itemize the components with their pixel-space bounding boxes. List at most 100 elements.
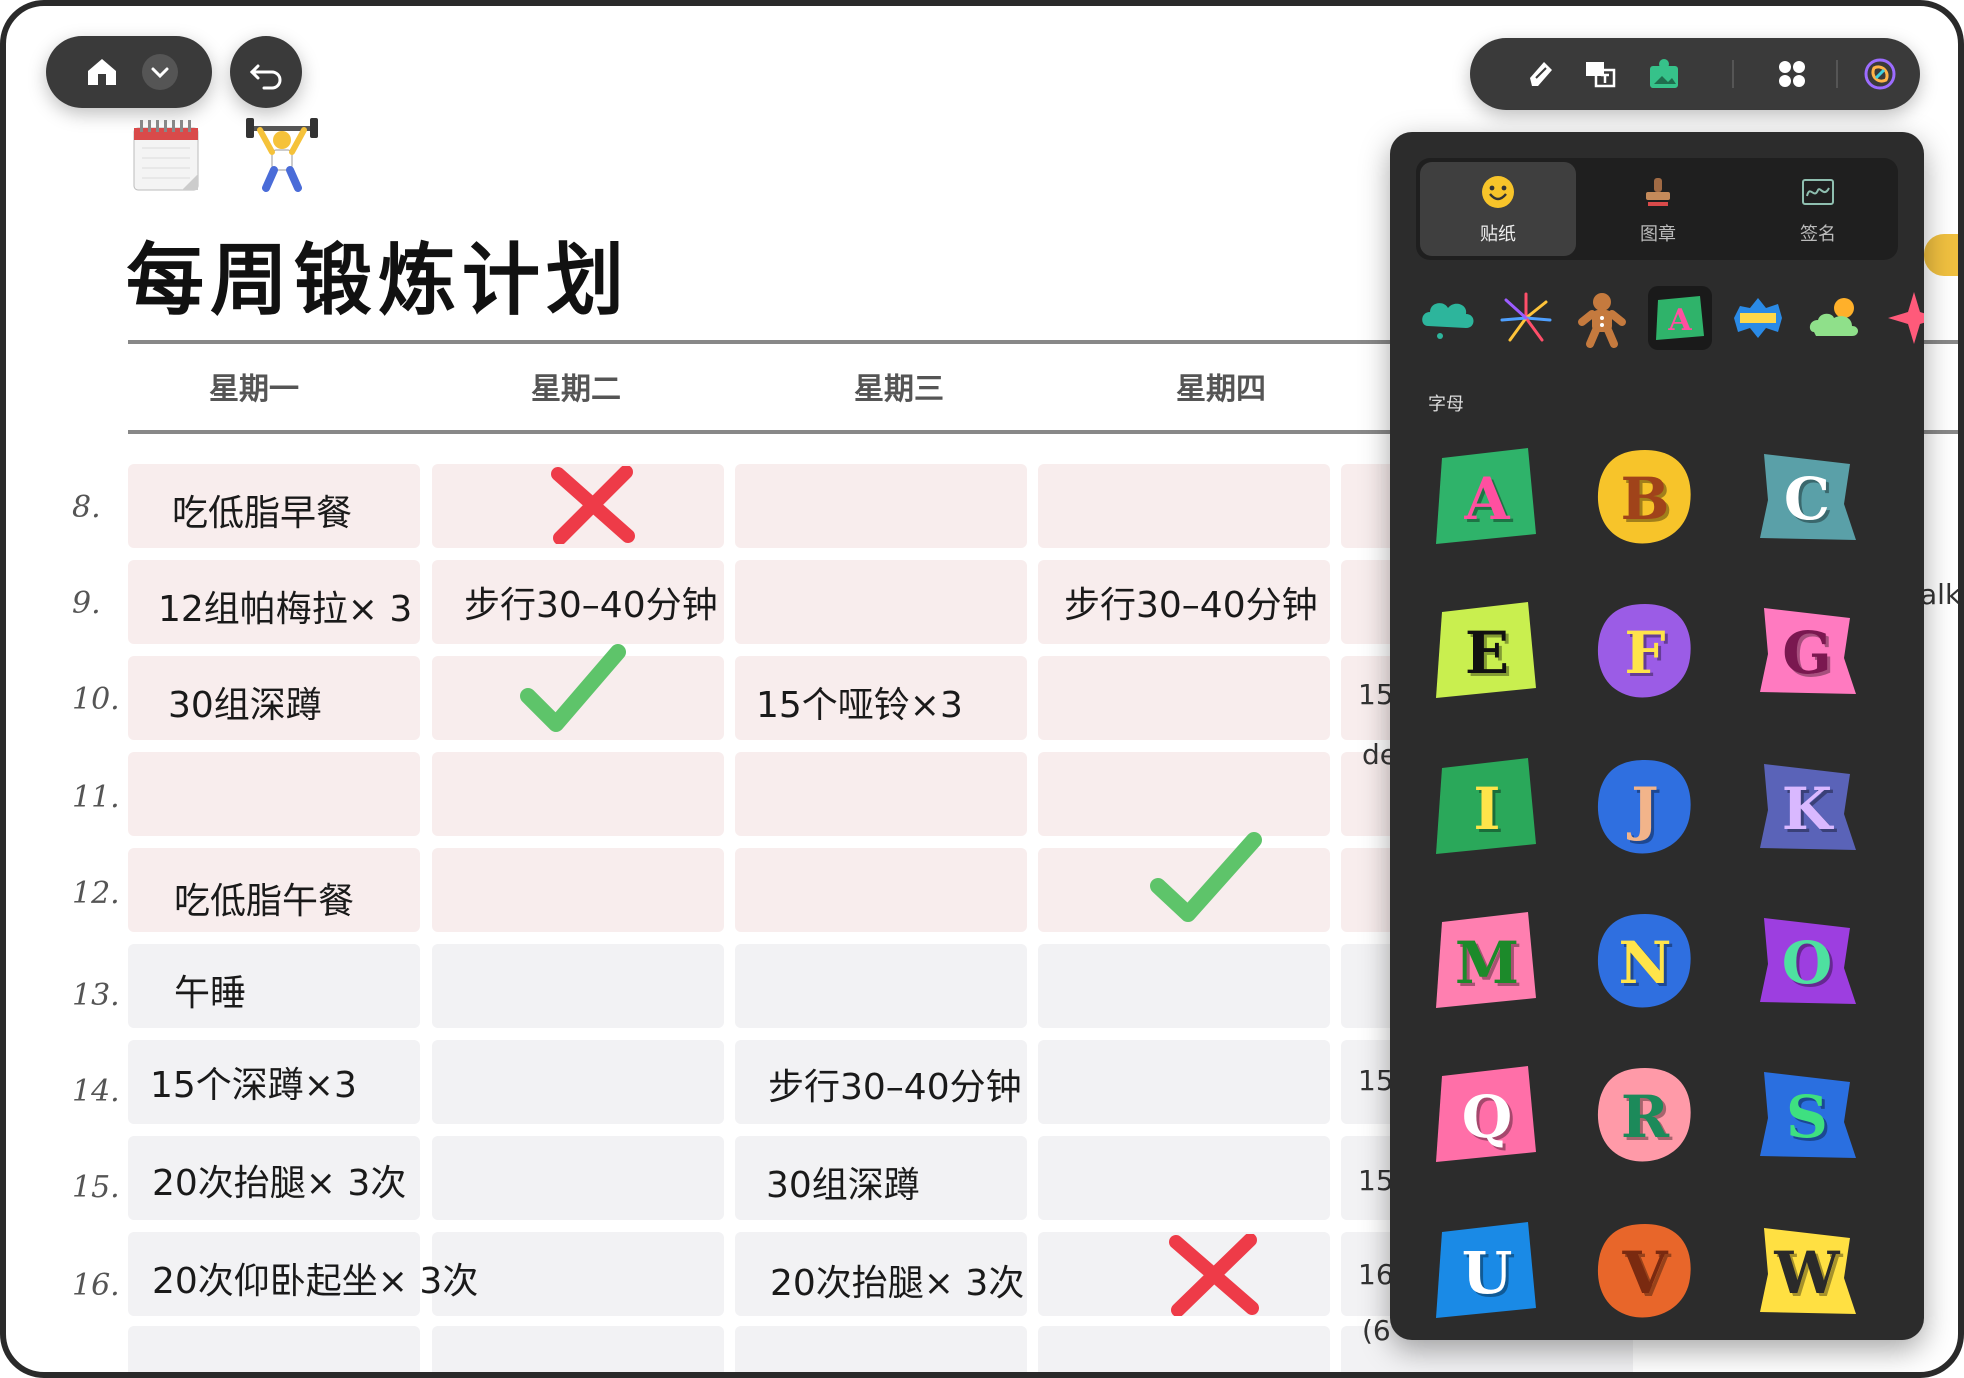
row-number: 16.	[72, 1268, 120, 1303]
letter-u-sticker[interactable]: U	[1432, 1218, 1542, 1328]
schedule-cell[interactable]	[128, 752, 420, 836]
pen-tool-icon[interactable]	[1522, 56, 1558, 92]
sticker-letter: U	[1461, 1239, 1513, 1307]
letter-f-sticker[interactable]: F	[1590, 598, 1700, 708]
letter-a-sticker[interactable]: A	[1432, 444, 1542, 554]
image-add-icon[interactable]	[1646, 56, 1682, 92]
partial-text: 15	[1358, 678, 1394, 711]
schedule-cell[interactable]	[432, 944, 724, 1028]
schedule-cell[interactable]	[432, 752, 724, 836]
letter-b-sticker[interactable]: B	[1590, 444, 1700, 554]
row-number: 11.	[72, 780, 120, 815]
sticker-letter: E	[1464, 619, 1510, 687]
partial-text: 15	[1358, 1064, 1394, 1097]
undo-button[interactable]	[230, 36, 302, 108]
page-title: 每周锻炼计划	[126, 236, 631, 326]
schedule-cell[interactable]	[128, 1326, 420, 1372]
letter-k-sticker[interactable]: K	[1752, 754, 1862, 864]
letter-v-sticker[interactable]: V	[1590, 1218, 1700, 1328]
schedule-cell[interactable]	[735, 560, 1027, 644]
sticker-letter: N	[1618, 929, 1672, 997]
row-number: 14.	[72, 1074, 120, 1109]
schedule-cell[interactable]	[735, 848, 1027, 932]
tab-signature[interactable]: 签名	[1740, 162, 1896, 256]
letter-o-sticker[interactable]: O	[1752, 908, 1862, 1018]
toolbar-divider	[1836, 60, 1838, 88]
schedule-cell[interactable]	[432, 1326, 724, 1372]
sticker-letter: O	[1781, 929, 1833, 997]
letter-m-sticker[interactable]: M	[1432, 908, 1542, 1018]
schedule-cell[interactable]	[1038, 752, 1330, 836]
entry-text: 15个深蹲×3	[150, 1065, 357, 1106]
panel-tab-bar: 贴纸 图章 签名	[1416, 158, 1898, 260]
entry-text: 15个哑铃×3	[756, 685, 963, 726]
home-icon[interactable]	[82, 52, 122, 92]
cross-mark-icon	[1169, 1234, 1259, 1316]
letter-i-sticker[interactable]: I	[1432, 754, 1542, 864]
schedule-cell[interactable]	[1038, 1326, 1330, 1372]
sticker-letter: A	[1464, 465, 1510, 533]
text-box-icon[interactable]	[1582, 56, 1618, 92]
apps-grid-icon[interactable]	[1774, 56, 1810, 92]
partial-text: alk	[1920, 578, 1962, 611]
sparkle-sticker-icon[interactable]	[1882, 286, 1924, 350]
side-handle[interactable]	[1924, 234, 1958, 276]
undo-icon	[249, 64, 282, 90]
schedule-cell[interactable]	[1038, 656, 1330, 740]
gingerbread-sticker-icon[interactable]	[1570, 286, 1634, 350]
row-number: 10.	[72, 682, 120, 717]
row-number: 9.	[72, 586, 101, 621]
sticker-letter: I	[1473, 775, 1501, 843]
schedule-cell[interactable]	[735, 752, 1027, 836]
chevron-down-icon[interactable]	[142, 54, 178, 90]
tab-label: 贴纸	[1480, 224, 1516, 245]
letter-c-sticker[interactable]: C	[1752, 444, 1862, 554]
tab-label: 签名	[1800, 224, 1836, 245]
day-header-tuesday: 星期二	[531, 372, 621, 407]
day-header-monday: 星期一	[209, 372, 299, 407]
row-number: 12.	[72, 876, 120, 911]
sticker-letter: F	[1624, 619, 1666, 687]
sticker-letter: V	[1622, 1239, 1668, 1307]
sticker-letter: J	[1631, 775, 1659, 843]
letter-a-sticker-icon[interactable]: A	[1648, 286, 1712, 350]
schedule-cell[interactable]	[432, 848, 724, 932]
schedule-cell[interactable]	[128, 944, 420, 1028]
check-mark-icon	[1150, 832, 1262, 922]
cross-mark-icon	[551, 466, 635, 544]
sticker-letter: C	[1783, 465, 1831, 533]
home-menu-pill	[46, 36, 212, 108]
fireworks-sticker-icon[interactable]	[1494, 286, 1558, 350]
schedule-cell[interactable]	[1038, 464, 1330, 548]
sticker-letter: K	[1781, 775, 1833, 843]
entry-text: 20次仰卧起坐× 3次	[152, 1261, 479, 1302]
schedule-cell[interactable]	[1038, 944, 1330, 1028]
tab-stamps[interactable]: 图章	[1580, 162, 1736, 256]
letter-q-sticker[interactable]: Q	[1432, 1062, 1542, 1172]
tab-stickers[interactable]: 贴纸	[1420, 162, 1576, 256]
letter-e-sticker[interactable]: E	[1432, 598, 1542, 708]
schedule-cell[interactable]	[735, 944, 1027, 1028]
cloud-sticker-icon[interactable]	[1416, 286, 1480, 350]
thanks-sticker-icon[interactable]	[1726, 286, 1790, 350]
schedule-cell[interactable]	[432, 1136, 724, 1220]
calendar-emoji-icon	[132, 116, 200, 196]
weather-sticker-icon[interactable]	[1804, 286, 1868, 350]
day-header-thursday: 星期四	[1176, 372, 1266, 407]
tab-label: 图章	[1640, 224, 1676, 245]
letter-j-sticker[interactable]: J	[1590, 754, 1700, 864]
letter-g-sticker[interactable]: G	[1752, 598, 1862, 708]
letter-r-sticker[interactable]: R	[1590, 1062, 1700, 1172]
letter-w-sticker[interactable]: W	[1752, 1218, 1862, 1328]
schedule-cell[interactable]	[735, 464, 1027, 548]
schedule-cell[interactable]	[432, 1040, 724, 1124]
schedule-cell[interactable]	[735, 1326, 1027, 1372]
schedule-cell[interactable]	[1038, 1040, 1330, 1124]
letter-n-sticker[interactable]: N	[1590, 908, 1700, 1018]
ai-assistant-icon[interactable]	[1862, 56, 1898, 92]
section-label: 字母	[1428, 394, 1464, 415]
partial-text: (6	[1362, 1314, 1391, 1347]
entry-text: 吃低脂早餐	[172, 493, 353, 534]
letter-s-sticker[interactable]: S	[1752, 1062, 1862, 1172]
schedule-cell[interactable]	[1038, 1136, 1330, 1220]
